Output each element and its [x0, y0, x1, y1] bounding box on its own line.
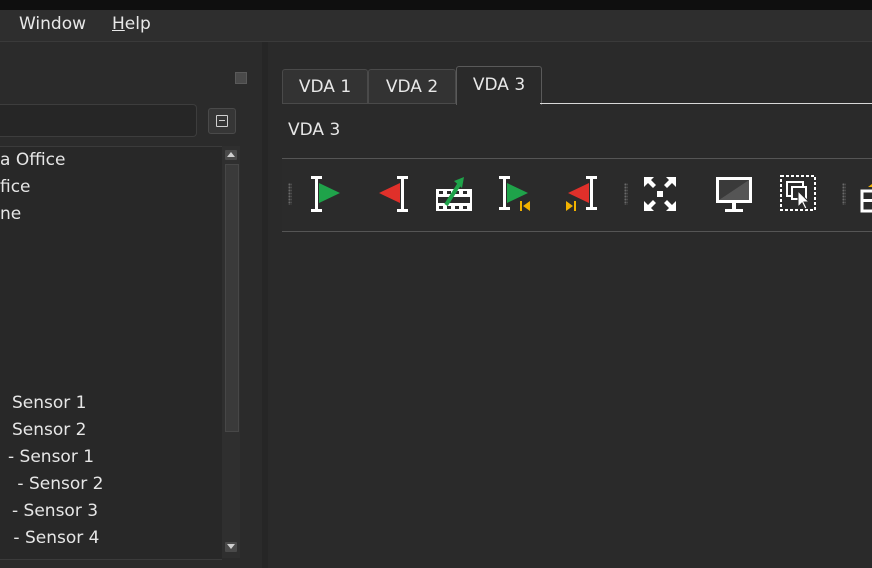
scroll-down-arrow-icon[interactable] [225, 542, 237, 552]
view-title: VDA 3 [288, 120, 341, 140]
collapse-all-button[interactable] [208, 108, 236, 134]
vda-canvas[interactable] [282, 232, 872, 568]
dock-float-button[interactable] [235, 72, 247, 84]
menu-help[interactable]: Help [112, 14, 151, 34]
window-top-strip [0, 0, 872, 10]
partial-icon[interactable] [854, 171, 872, 217]
select-region-icon[interactable] [776, 171, 820, 217]
tree-item[interactable]: - Sensor 4 [8, 528, 99, 548]
tree-item[interactable]: Sensor 2 [12, 420, 87, 440]
toolbar-grip[interactable] [288, 183, 292, 205]
go-to-end-marker-icon[interactable] [558, 171, 602, 217]
tree-item[interactable]: ne [0, 204, 21, 224]
go-to-start-marker-icon[interactable] [496, 171, 540, 217]
tree-item[interactable]: - Sensor 2 [12, 474, 103, 494]
tree-item[interactable]: a Office [0, 150, 65, 170]
scroll-up-arrow-icon[interactable] [225, 150, 237, 160]
set-start-marker-icon[interactable] [306, 171, 350, 217]
tab-vda-3[interactable]: VDA 3 [456, 66, 542, 105]
set-end-marker-icon[interactable] [370, 171, 414, 217]
menu-help-rest: elp [124, 14, 151, 34]
tree-item[interactable]: - Sensor 3 [12, 501, 98, 521]
menu-help-mnemonic: H [112, 14, 125, 34]
tab-bar-divider [282, 103, 456, 104]
tree-scrollbar[interactable] [222, 146, 240, 558]
tab-vda-2[interactable]: VDA 2 [368, 69, 456, 104]
tree-filter-input[interactable] [0, 104, 197, 137]
export-clip-icon[interactable] [432, 171, 476, 217]
fit-to-view-icon[interactable] [638, 171, 682, 217]
tab-bar-divider [540, 103, 872, 104]
vda-toolbar [282, 158, 872, 232]
collapse-icon [216, 115, 228, 127]
tree-item[interactable]: fice [0, 177, 31, 197]
device-tree[interactable]: a Office fice ne Sensor 1 Sensor 2 - Sen… [0, 146, 222, 560]
display-icon[interactable] [712, 171, 756, 217]
toolbar-grip[interactable] [842, 183, 846, 205]
menu-bar: Window Help [0, 10, 872, 42]
tree-item[interactable]: Sensor 1 [12, 393, 87, 413]
tab-vda-1[interactable]: VDA 1 [282, 69, 368, 104]
toolbar-grip[interactable] [624, 183, 628, 205]
menu-window[interactable]: Window [19, 14, 86, 34]
tree-item[interactable]: - Sensor 1 [8, 447, 94, 467]
scrollbar-thumb[interactable] [225, 164, 239, 432]
